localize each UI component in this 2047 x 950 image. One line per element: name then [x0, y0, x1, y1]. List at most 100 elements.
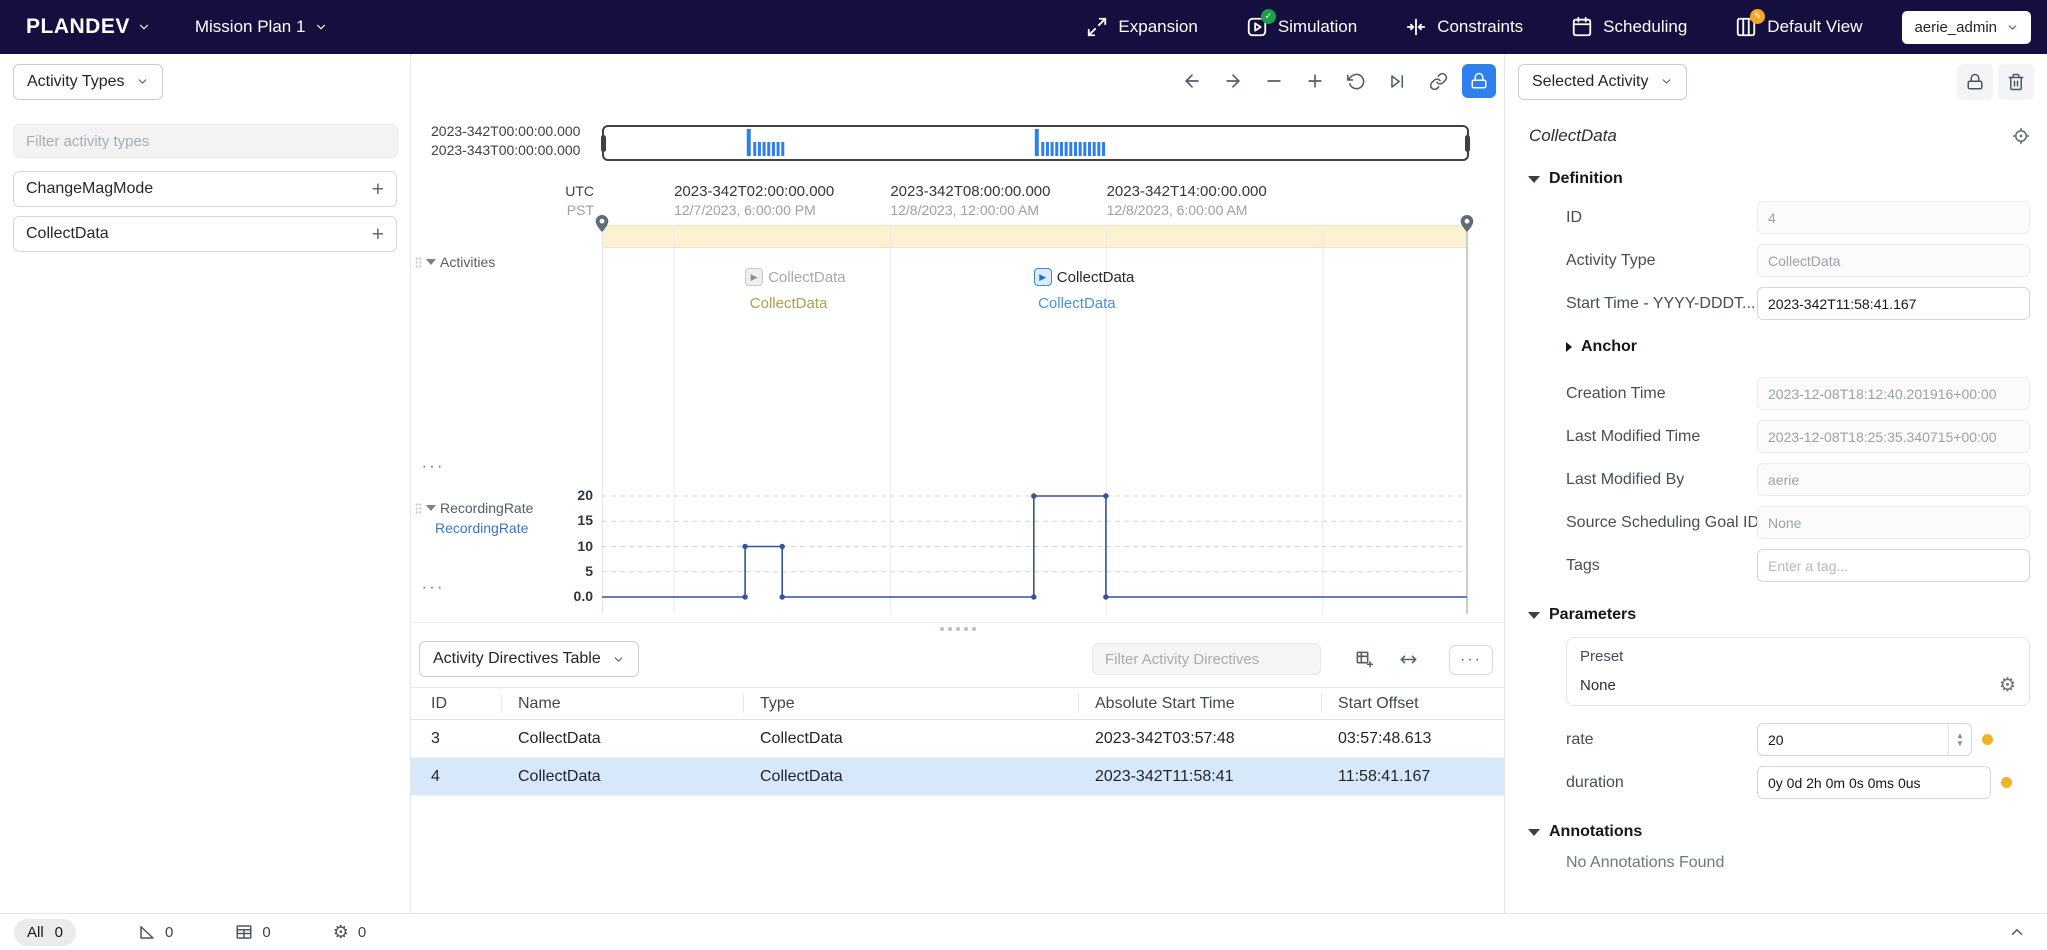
left-panel-selector[interactable]: Activity Types	[13, 64, 163, 100]
time-axis[interactable]: UTC PST 2023-342T02:00:00.00012/7/2023, …	[411, 182, 1504, 224]
table-row[interactable]: 4 CollectData CollectData 2023-342T11:58…	[411, 758, 1504, 796]
preset-gear-icon[interactable]: ⚙	[1999, 676, 2016, 695]
plan-selector[interactable]: Mission Plan 1	[195, 17, 329, 37]
timeline-activity-label[interactable]: ▶CollectData	[1034, 268, 1135, 286]
nav-item-expansion[interactable]: Expansion	[1086, 16, 1197, 38]
nav-item-simulation[interactable]: ✓ Simulation	[1246, 16, 1357, 38]
console-table-tab[interactable]: 0	[235, 923, 270, 941]
band-pin-right[interactable]	[1460, 214, 1475, 233]
lock-icon	[1966, 73, 1984, 91]
simulation-icon: ✓	[1246, 16, 1268, 38]
timeline-panel: 2023-342T00:00:00.000 2023-343T00:00:00.…	[411, 54, 1504, 913]
last-modified-by-field	[1757, 463, 2030, 496]
fit-window-button[interactable]	[1380, 64, 1414, 98]
chevron-down-icon	[137, 20, 151, 34]
activity-type-item[interactable]: ChangeMagMode +	[13, 171, 397, 207]
nav-item-constraints[interactable]: Constraints	[1405, 16, 1523, 38]
zoom-out-button[interactable]	[1257, 64, 1291, 98]
y-axis-tick: 20	[411, 487, 593, 503]
timezone-pst-label: PST	[411, 201, 594, 219]
console-all-tab[interactable]: All 0	[14, 919, 76, 946]
simulation-success-badge: ✓	[1261, 9, 1276, 24]
table-toolbar: Activity Directives Table ···	[411, 637, 1504, 681]
tags-input[interactable]	[1757, 549, 2030, 582]
table-menu-button[interactable]: ···	[1449, 645, 1493, 675]
band-pin-left[interactable]	[595, 214, 610, 233]
nav-item-default-view[interactable]: ✎ Default View	[1735, 16, 1862, 38]
timeline-activity-label[interactable]: CollectData	[1038, 295, 1116, 312]
app-logo-menu[interactable]: PLANDEV	[26, 15, 151, 39]
console-status-bar: All 0 0 0 ⚙ 0	[0, 913, 2047, 950]
timeline-activity-label[interactable]: CollectData	[750, 295, 828, 312]
column-header-id[interactable]: ID	[411, 694, 502, 713]
table-row[interactable]: 3 CollectData CollectData 2023-342T03:57…	[411, 720, 1504, 758]
lock-button[interactable]	[1462, 64, 1496, 98]
time-tick: 2023-342T14:00:00.00012/8/2023, 6:00:00 …	[1107, 182, 1347, 219]
column-header-start-offset[interactable]: Start Offset	[1322, 694, 1504, 713]
pan-right-button[interactable]	[1216, 64, 1250, 98]
table-header-row: ID Name Type Absolute Start Time Start O…	[411, 687, 1504, 720]
scheduling-icon	[1571, 16, 1593, 38]
activity-picker-icon[interactable]	[2012, 127, 2030, 145]
activity-types-panel: Activity Types ChangeMagMode + CollectDa…	[0, 54, 411, 913]
nav-item-scheduling[interactable]: Scheduling	[1571, 16, 1687, 38]
anchor-section-header[interactable]: Anchor	[1566, 330, 2030, 363]
timeline-canvas[interactable]	[411, 225, 1504, 620]
definition-section-header[interactable]: Definition	[1528, 170, 2030, 188]
activity-directives-table: ID Name Type Absolute Start Time Start O…	[411, 687, 1504, 796]
plan-name: Mission Plan 1	[195, 17, 306, 37]
pan-left-button[interactable]	[1175, 64, 1209, 98]
user-menu-button[interactable]: aerie_admin	[1902, 11, 2031, 44]
collapse-triangle-icon	[426, 259, 436, 265]
activity-type-field	[1757, 244, 2030, 277]
timeline-brush[interactable]	[602, 125, 1469, 161]
new-directive-button[interactable]	[1349, 645, 1379, 673]
activities-row-header[interactable]: Activities	[415, 254, 495, 270]
reset-zoom-button[interactable]	[1339, 64, 1373, 98]
collapse-triangle-icon	[426, 505, 436, 511]
column-header-type[interactable]: Type	[744, 694, 1079, 713]
delete-activity-button[interactable]	[1998, 64, 2034, 100]
parameters-section-header[interactable]: Parameters	[1528, 606, 2030, 624]
preset-value[interactable]: None	[1580, 677, 1616, 694]
start-time-field[interactable]	[1757, 287, 2030, 320]
zoom-in-button[interactable]	[1298, 64, 1332, 98]
id-field	[1757, 201, 2030, 234]
activities-row-menu-button[interactable]: ···	[419, 456, 447, 476]
expansion-icon	[1086, 16, 1108, 38]
brush-handle-right[interactable]	[1465, 135, 1470, 152]
lock-activity-button[interactable]	[1957, 64, 1993, 100]
app-logo: PLANDEV	[26, 15, 130, 39]
field-creation-time: Creation Time	[1566, 377, 2030, 410]
link-button[interactable]	[1421, 64, 1455, 98]
console-violations-tab[interactable]: 0	[138, 923, 173, 941]
annotations-section-header[interactable]: Annotations	[1528, 823, 2030, 841]
rate-stepper[interactable]: ▲▼	[1948, 724, 1971, 755]
table-panel-selector[interactable]: Activity Directives Table	[419, 641, 639, 677]
timeline-activity-label[interactable]: ▶CollectData	[745, 268, 846, 286]
console-collapse-button[interactable]	[2001, 918, 2033, 946]
selected-activity-panel: Selected Activity CollectData Definition…	[1504, 54, 2047, 913]
brush-handle-left[interactable]	[601, 135, 606, 152]
parameter-modified-dot	[1982, 734, 1993, 745]
right-panel-selector[interactable]: Selected Activity	[1518, 64, 1687, 100]
view-modified-badge: ✎	[1750, 9, 1765, 24]
column-header-name[interactable]: Name	[502, 694, 744, 713]
panel-resize-handle[interactable]	[411, 622, 1504, 634]
activity-type-name: ChangeMagMode	[26, 180, 153, 198]
console-gear-tab[interactable]: ⚙ 0	[333, 923, 366, 941]
time-tick: 2023-342T02:00:00.00012/7/2023, 6:00:00 …	[674, 182, 914, 219]
add-activity-button[interactable]: +	[372, 179, 384, 200]
activity-types-filter-input[interactable]	[13, 124, 398, 158]
add-activity-button[interactable]: +	[372, 224, 384, 245]
rate-input[interactable]	[1757, 723, 1972, 756]
field-activity-type: Activity Type	[1566, 244, 2030, 277]
autosize-columns-button[interactable]	[1393, 645, 1423, 673]
activity-type-item[interactable]: CollectData +	[13, 216, 397, 252]
duration-input[interactable]	[1757, 766, 1991, 799]
trash-icon	[2007, 73, 2025, 91]
collapse-triangle-icon	[1528, 176, 1540, 183]
default-view-icon: ✎	[1735, 16, 1757, 38]
table-filter-input[interactable]	[1092, 643, 1321, 675]
column-header-absolute-start-time[interactable]: Absolute Start Time	[1079, 694, 1322, 713]
